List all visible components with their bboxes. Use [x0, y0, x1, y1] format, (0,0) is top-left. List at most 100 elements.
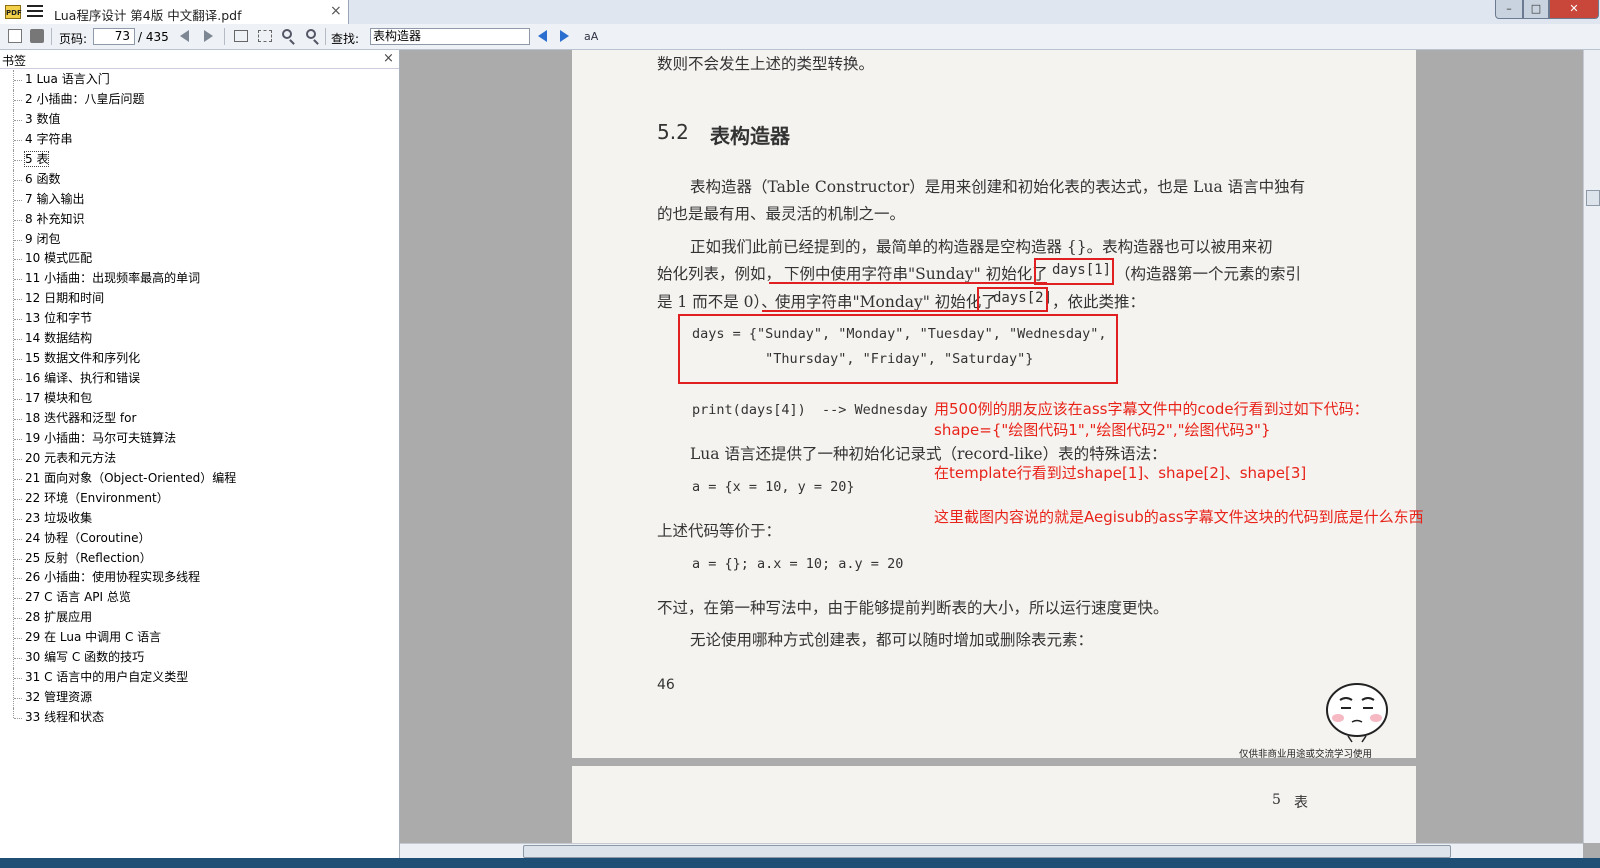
- bookmark-item[interactable]: 7 输入输出: [0, 189, 399, 210]
- bookmark-label: 1 Lua 语言入门: [25, 72, 110, 86]
- print-icon[interactable]: [30, 29, 44, 43]
- taskbar: [0, 858, 1600, 868]
- close-button[interactable]: ✕: [1549, 0, 1599, 19]
- next-page-icon[interactable]: [204, 30, 213, 42]
- bookmark-item[interactable]: 19 小插曲：马尔可夫链算法: [0, 428, 399, 449]
- annotation-note: shape={"绘图代码1","绘图代码2","绘图代码3"}: [934, 421, 1271, 439]
- bookmark-item[interactable]: 26 小插曲：使用协程实现多线程: [0, 568, 399, 589]
- match-case-icon[interactable]: aA: [584, 30, 598, 43]
- document-tab[interactable]: PDF Lua程序设计 第4版 中文翻译.pdf ×: [0, 0, 349, 24]
- text-segment: 下例中使用字符串"Sunday" 初始化了: [784, 265, 1048, 283]
- bookmark-item[interactable]: 10 模式匹配: [0, 249, 399, 270]
- vertical-scrollbar[interactable]: [1583, 50, 1600, 843]
- bookmark-item[interactable]: 20 元表和元方法: [0, 448, 399, 469]
- bookmark-item[interactable]: 23 垃圾收集: [0, 508, 399, 529]
- bookmark-item[interactable]: 5 表: [0, 149, 399, 170]
- text-line: 的也是最有用、最灵活的机制之一。: [657, 205, 906, 223]
- bookmark-label: 24 协程（Coroutine）: [25, 530, 151, 545]
- bookmark-label: 33 线程和状态: [25, 710, 105, 724]
- bookmark-item[interactable]: 29 在 Lua 中调用 C 语言: [0, 628, 399, 649]
- horizontal-scroll-thumb[interactable]: [523, 845, 1451, 858]
- title-bar: PDF Lua程序设计 第4版 中文翻译.pdf × – □ ✕: [0, 0, 1600, 24]
- bookmark-label: 21 面向对象（Object-Oriented）编程: [25, 470, 237, 485]
- bookmark-item[interactable]: 14 数据结构: [0, 329, 399, 350]
- menu-icon[interactable]: [27, 5, 43, 19]
- bookmark-item[interactable]: 28 扩展应用: [0, 608, 399, 629]
- bookmark-item[interactable]: 2 小插曲：八皇后问题: [0, 89, 399, 110]
- tab-close-icon[interactable]: ×: [330, 3, 342, 19]
- bookmarks-toggle-icon[interactable]: [8, 29, 22, 43]
- sidebar-title: 书签: [2, 54, 27, 68]
- minimize-button[interactable]: –: [1495, 0, 1523, 19]
- search-input[interactable]: 表构造器: [370, 28, 530, 45]
- bookmark-label: 12 日期和时间: [25, 291, 105, 306]
- bookmark-item[interactable]: 9 闭包: [0, 229, 399, 250]
- bookmark-item[interactable]: 12 日期和时间: [0, 289, 399, 310]
- bookmark-item[interactable]: 22 环境（Environment）: [0, 488, 399, 509]
- bookmark-item[interactable]: 17 模块和包: [0, 389, 399, 409]
- bookmark-label: 10 模式匹配: [25, 251, 93, 266]
- bookmark-item[interactable]: 6 函数: [0, 169, 399, 190]
- text-segment: 使用字符串"Monday" 初始化了: [775, 293, 997, 311]
- fit-page-icon[interactable]: [258, 30, 272, 42]
- bookmark-item[interactable]: 8 补充知识: [0, 209, 399, 230]
- bookmark-item[interactable]: 4 字符串: [0, 129, 399, 150]
- toolbar-separator: [325, 28, 326, 45]
- bookmark-item[interactable]: 24 协程（Coroutine）: [0, 528, 399, 549]
- bookmark-item[interactable]: 15 数据文件和序列化: [0, 349, 399, 370]
- bookmark-item[interactable]: 31 C 语言中的用户自定义类型: [0, 668, 399, 689]
- zoom-out-icon[interactable]: [282, 29, 292, 39]
- bookmark-item[interactable]: 16 编译、执行和错误: [0, 369, 399, 389]
- bookmark-item[interactable]: 18 迭代器和泛型 for: [0, 408, 399, 429]
- bookmark-item[interactable]: 13 位和字节: [0, 309, 399, 330]
- bookmark-label: 31 C 语言中的用户自定义类型: [25, 670, 189, 685]
- bookmark-label: 15 数据文件和序列化: [25, 351, 141, 366]
- text-line: 数则不会发生上述的类型转换。: [657, 55, 875, 73]
- maximize-button[interactable]: □: [1523, 0, 1549, 19]
- text-line: Lua 语言还提供了一种初始化记录式（record-like）表的特殊语法：: [690, 445, 1167, 463]
- prev-page-icon[interactable]: [180, 30, 189, 42]
- red-code-box: [678, 314, 1118, 384]
- bookmark-item[interactable]: 25 反射（Reflection）: [0, 548, 399, 569]
- bookmark-label: 7 输入输出: [25, 191, 85, 206]
- bookmark-label: 22 环境（Environment）: [25, 490, 169, 505]
- bookmarks-sidebar: 书签 × 1 Lua 语言入门 2 小插曲：八皇后问题 3 数值 4 字符串 5 表 6 …: [0, 50, 400, 858]
- toolbar-separator: [51, 28, 52, 45]
- bookmark-item[interactable]: 27 C 语言 API 总览: [0, 588, 399, 609]
- bookmark-label: 16 编译、执行和错误: [25, 371, 141, 386]
- find-next-icon[interactable]: [560, 30, 569, 42]
- bookmark-item[interactable]: 1 Lua 语言入门: [0, 70, 399, 90]
- zoom-in-icon[interactable]: [306, 29, 316, 39]
- bookmark-item[interactable]: 32 管理资源: [0, 688, 399, 708]
- pdf-page: 5 表: [572, 766, 1416, 843]
- page-number-input[interactable]: 73: [93, 28, 135, 45]
- search-label: 查找:: [331, 32, 360, 46]
- red-highlight-box: [1034, 258, 1114, 285]
- document-viewer[interactable]: 数则不会发生上述的类型转换。 5.2 表构造器 表构造器（Table Const…: [400, 50, 1583, 843]
- bookmark-label: 30 编写 C 函数的技巧: [25, 650, 145, 665]
- code-line: a = {x = 10, y = 20}: [692, 479, 855, 495]
- red-highlight-box: [977, 287, 1048, 312]
- section-title: 表构造器: [710, 124, 790, 148]
- find-prev-icon[interactable]: [538, 30, 547, 42]
- text-segment: （构造器第一个元素的索引: [1115, 265, 1302, 283]
- sidebar-header: 书签 ×: [0, 50, 399, 69]
- bookmark-item[interactable]: 30 编写 C 函数的技巧: [0, 648, 399, 669]
- running-header-title: 表: [1294, 795, 1308, 811]
- pdf-app-icon: PDF: [5, 5, 22, 19]
- bookmark-item[interactable]: 11 小插曲：出现频率最高的单词: [0, 269, 399, 290]
- bookmark-label: 27 C 语言 API 总览: [25, 590, 131, 605]
- bookmark-item[interactable]: 33 线程和状态: [0, 708, 399, 728]
- text-line: 表构造器（Table Constructor）是用来创建和初始化表的表达式，也是…: [690, 178, 1306, 196]
- bookmark-item[interactable]: 3 数值: [0, 109, 399, 130]
- bookmark-label: 13 位和字节: [25, 311, 93, 326]
- sticker-face-icon: [1326, 683, 1388, 743]
- vertical-scroll-thumb[interactable]: [1586, 190, 1600, 206]
- bookmark-label: 26 小插曲：使用协程实现多线程: [25, 570, 201, 585]
- sidebar-close-icon[interactable]: ×: [383, 51, 394, 66]
- fit-width-icon[interactable]: [234, 30, 248, 42]
- horizontal-scrollbar[interactable]: [400, 843, 1583, 859]
- bookmark-list: 1 Lua 语言入门 2 小插曲：八皇后问题 3 数值 4 字符串 5 表 6 函数 7 输…: [0, 70, 399, 728]
- bookmark-item[interactable]: 21 面向对象（Object-Oriented）编程: [0, 468, 399, 489]
- bookmark-label: 5 表: [23, 150, 50, 167]
